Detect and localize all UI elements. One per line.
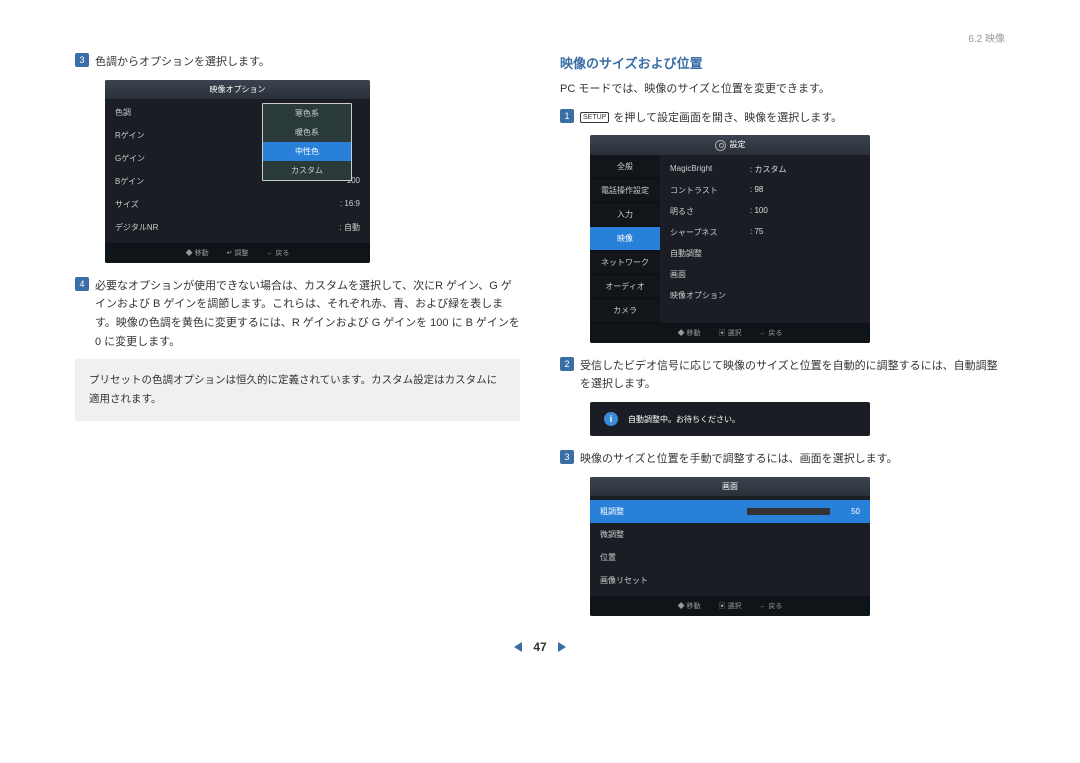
slider-coarse[interactable] xyxy=(663,508,830,515)
osd2-sidebar: 全般 電話操作設定 入力 映像 ネットワーク オーディオ カメラ xyxy=(590,155,660,323)
auto-adjust-info: i 自動調整中。お待ちください。 xyxy=(590,402,870,436)
section-title-size-pos: 映像のサイズおよび位置 xyxy=(560,53,1005,72)
step-2r-text: 受信したビデオ信号に応じて映像のサイズと位置を自動的に調整するには、自動調整を選… xyxy=(580,357,1005,394)
osd2-title: 設定 xyxy=(590,135,870,154)
row-autoadjust[interactable]: 自動調整 xyxy=(660,243,870,264)
popup-custom[interactable]: カスタム xyxy=(263,161,351,180)
step-number-3r: 3 xyxy=(560,450,574,464)
footer-move: ◆ 移動 xyxy=(186,248,209,258)
osd-settings: 設定 全般 電話操作設定 入力 映像 ネットワーク オーディオ カメラ Magi… xyxy=(590,135,870,342)
footer3-move: ◆ 移動 xyxy=(678,601,701,611)
gear-icon xyxy=(715,140,726,151)
step-number-4: 4 xyxy=(75,277,89,291)
osd-video-options: 映像オプション 色調 Rゲイン Gゲイン Bゲイン100 サイズ: 16:9 デ… xyxy=(105,80,370,263)
sidebar-audio[interactable]: オーディオ xyxy=(590,275,660,299)
popup-warm[interactable]: 暖色系 xyxy=(263,123,351,142)
row-magicbright[interactable]: MagicBright: カスタム xyxy=(660,159,870,180)
info-text: 自動調整中。お待ちください。 xyxy=(628,414,740,425)
row-screen[interactable]: 画面 xyxy=(660,264,870,285)
footer2-select: ▣ 選択 xyxy=(719,328,742,338)
step-number-3: 3 xyxy=(75,53,89,67)
osd2-footer: ◆ 移動 ▣ 選択 ← 戻る xyxy=(590,323,870,343)
sidebar-network[interactable]: ネットワーク xyxy=(590,251,660,275)
step-3-right: 3 映像のサイズと位置を手動で調整するには、画面を選択します。 xyxy=(560,450,1005,469)
right-column: 映像のサイズおよび位置 PC モードでは、映像のサイズと位置を変更できます。 1… xyxy=(560,53,1005,630)
row-fine[interactable]: 微調整 xyxy=(600,529,680,540)
left-column: 3 色調からオプションを選択します。 映像オプション 色調 Rゲイン Gゲイン … xyxy=(75,53,520,630)
sidebar-general[interactable]: 全般 xyxy=(590,155,660,179)
osd1-item-rgain[interactable]: Rゲイン xyxy=(115,130,195,141)
popup-neutral[interactable]: 中性色 xyxy=(263,142,351,161)
step-2-right: 2 受信したビデオ信号に応じて映像のサイズと位置を自動的に調整するには、自動調整… xyxy=(560,357,1005,394)
footer3-select: ▣ 選択 xyxy=(719,601,742,611)
osd1-item-ggain[interactable]: Gゲイン xyxy=(115,153,195,164)
footer-adjust: ↵ 調整 xyxy=(227,248,249,258)
step-4: 4 必要なオプションが使用できない場合は、カスタムを選択して、次にR ゲイン、G… xyxy=(75,277,520,352)
prev-page-icon[interactable] xyxy=(514,642,522,652)
sidebar-video[interactable]: 映像 xyxy=(590,227,660,251)
row-brightness[interactable]: 明るさ: 100 xyxy=(660,201,870,222)
osd-screen: 画面 粗調整 50 微調整 位置 画像リセット ◆ 移動 ▣ 選択 ← 戻る xyxy=(590,477,870,616)
osd1-item-digitalnr: デジタルNR xyxy=(115,222,195,233)
osd1-title: 映像オプション xyxy=(105,80,370,99)
document-page: 6.2 映像 3 色調からオプションを選択します。 映像オプション 色調 Rゲイ… xyxy=(0,0,1080,664)
row-reset[interactable]: 画像リセット xyxy=(600,575,680,586)
step-number-1r: 1 xyxy=(560,109,574,123)
step-1r-text: SETUPを押して設定画面を開き、映像を選択します。 xyxy=(580,109,1005,128)
preset-note: プリセットの色調オプションは恒久的に定義されています。カスタム設定はカスタムに適… xyxy=(75,359,520,421)
intro-text: PC モードでは、映像のサイズと位置を変更できます。 xyxy=(560,80,1005,99)
setup-key-icon: SETUP xyxy=(580,112,609,123)
page-navigation: 47 xyxy=(75,640,1005,654)
popup-cool[interactable]: 寒色系 xyxy=(263,104,351,123)
osd3-title: 画面 xyxy=(590,477,870,496)
osd1-item-bgain[interactable]: Bゲイン xyxy=(115,176,195,187)
sidebar-camera[interactable]: カメラ xyxy=(590,299,660,323)
osd1-item-size[interactable]: サイズ xyxy=(115,199,195,210)
next-page-icon[interactable] xyxy=(558,642,566,652)
info-icon: i xyxy=(604,412,618,426)
step-3-text: 色調からオプションを選択します。 xyxy=(95,53,520,72)
footer2-back: ← 戻る xyxy=(759,328,782,338)
row-contrast[interactable]: コントラスト: 98 xyxy=(660,180,870,201)
row-videoopts[interactable]: 映像オプション xyxy=(660,285,870,306)
osd1-item-tone[interactable]: 色調 xyxy=(115,107,195,118)
osd2-content: MagicBright: カスタム コントラスト: 98 明るさ: 100 シャ… xyxy=(660,155,870,323)
step-number-2r: 2 xyxy=(560,357,574,371)
sidebar-phone[interactable]: 電話操作設定 xyxy=(590,179,660,203)
step-4-text: 必要なオプションが使用できない場合は、カスタムを選択して、次にR ゲイン、G ゲ… xyxy=(95,277,520,352)
sidebar-input[interactable]: 入力 xyxy=(590,203,660,227)
step-3r-text: 映像のサイズと位置を手動で調整するには、画面を選択します。 xyxy=(580,450,1005,469)
row-position[interactable]: 位置 xyxy=(600,552,680,563)
osd3-footer: ◆ 移動 ▣ 選択 ← 戻る xyxy=(590,596,870,616)
step-3: 3 色調からオプションを選択します。 xyxy=(75,53,520,72)
row-coarse[interactable]: 粗調整 50 xyxy=(590,500,870,523)
row-sharpness[interactable]: シャープネス: 75 xyxy=(660,222,870,243)
two-column-layout: 3 色調からオプションを選択します。 映像オプション 色調 Rゲイン Gゲイン … xyxy=(75,53,1005,630)
header-section-ref: 6.2 映像 xyxy=(75,30,1005,45)
osd1-footer: ◆ 移動 ↵ 調整 ← 戻る xyxy=(105,243,370,263)
step-1-right: 1 SETUPを押して設定画面を開き、映像を選択します。 xyxy=(560,109,1005,128)
page-number: 47 xyxy=(533,640,546,654)
tone-popup: 寒色系 暖色系 中性色 カスタム xyxy=(262,103,352,181)
footer2-move: ◆ 移動 xyxy=(678,328,701,338)
footer3-back: ← 戻る xyxy=(759,601,782,611)
footer-back: ← 戻る xyxy=(266,248,289,258)
